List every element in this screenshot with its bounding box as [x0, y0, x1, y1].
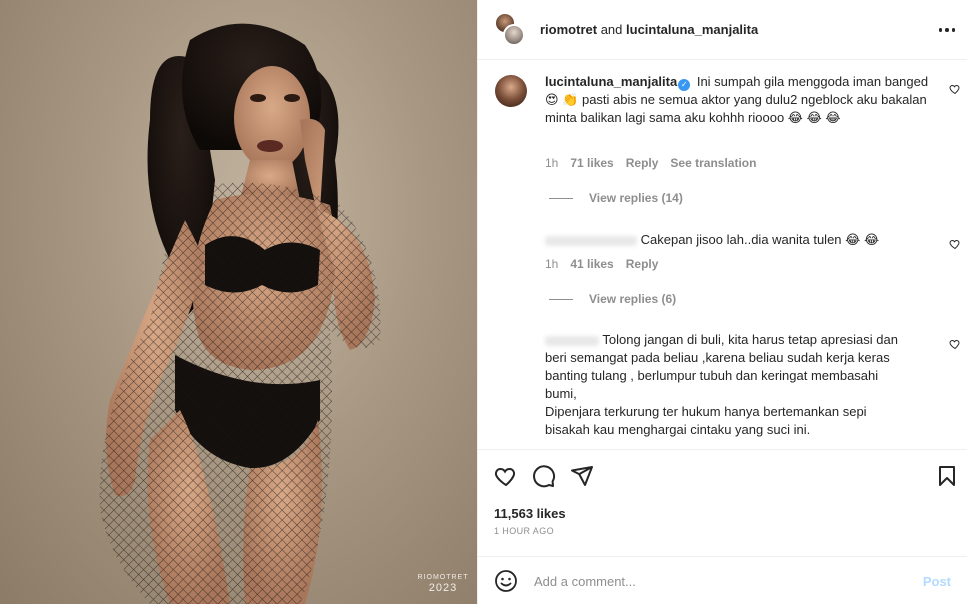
watermark-name: RIOMOTRET [417, 574, 469, 581]
photo-illustration [99, 23, 381, 604]
more-icon-dot [951, 28, 956, 32]
comment-meta: 1h 71 likes Reply See translation [545, 156, 756, 170]
collab-avatars[interactable] [494, 11, 526, 48]
comment-text-line: beri semangat pada beliau ,karena beliau… [545, 350, 890, 365]
post-dialog: RIOMOTRET 2023 riomotret and lucintaluna… [0, 0, 967, 604]
comment-text-line: bisakah kau menghargai cintaku yang suci… [545, 422, 811, 437]
avatar-lucintaluna[interactable] [503, 23, 525, 46]
authors-conjunction: and [600, 22, 623, 37]
comments-list[interactable]: lucintaluna_manjalita ✓ Ini sumpah gila m… [478, 61, 967, 449]
comment-meta: 1h 41 likes Reply [545, 257, 658, 271]
comment-text: Cakepan jisoo lah..dia wanita tulen 😂 😂 [640, 232, 880, 247]
comment-text-line: Dipenjara terkurung ter hukum hanya bert… [545, 404, 867, 419]
action-buttons [494, 464, 594, 488]
comment-like-heart-icon[interactable] [949, 338, 961, 350]
reply-button[interactable]: Reply [626, 156, 659, 170]
comment-body: lucintaluna_manjalita ✓ Ini sumpah gila m… [545, 73, 935, 127]
comment-line: Tolong jangan di buli, kita harus tetap … [545, 331, 940, 349]
replies-divider [549, 197, 573, 199]
watermark-year: 2023 [428, 582, 458, 594]
view-replies-label: View replies (14) [589, 191, 683, 205]
comment-text-line: banting tulang , berlumpur tubuh dan ker… [545, 368, 879, 383]
comment-username[interactable]: lucintaluna_manjalita [545, 74, 677, 89]
comment-likes[interactable]: 71 likes [570, 156, 613, 170]
comment-time: 1h [545, 257, 559, 271]
replies-divider [549, 298, 573, 300]
likes-count[interactable]: 11,563 likes [494, 506, 566, 521]
author-link-riomotret[interactable]: riomotret [540, 22, 597, 37]
avatar[interactable] [495, 75, 527, 107]
heart-icon[interactable] [494, 464, 518, 488]
view-replies-button[interactable]: View replies (6) [549, 292, 676, 306]
comment-text-line: bumi, [545, 386, 577, 401]
comment-input[interactable]: Add a comment... [534, 574, 923, 589]
more-icon-dot [945, 28, 949, 32]
verified-badge-icon: ✓ [678, 79, 691, 91]
post-photo[interactable]: RIOMOTRET 2023 [0, 0, 477, 604]
post-comment-button[interactable]: Post [923, 574, 951, 589]
post-actions: 11,563 likes 1 HOUR AGO Add a comment...… [478, 449, 967, 604]
photo-watermark: RIOMOTRET 2023 [416, 574, 470, 594]
comment-composer: Add a comment... Post [478, 556, 967, 604]
reply-button[interactable]: Reply [626, 257, 659, 271]
more-options-button[interactable] [937, 22, 957, 38]
comment-body: Cakepan jisoo lah..dia wanita tulen 😂 😂 [545, 231, 935, 249]
comment-like-heart-icon[interactable] [949, 83, 961, 95]
see-translation-link[interactable]: See translation [670, 156, 756, 170]
emoji-icon[interactable] [494, 569, 518, 593]
send-icon[interactable] [570, 464, 594, 488]
comment-username-blurred[interactable] [545, 335, 599, 346]
comment-username-blurred[interactable] [545, 235, 637, 246]
comment-likes[interactable]: 41 likes [570, 257, 613, 271]
more-icon [938, 28, 943, 32]
bookmark-icon[interactable] [935, 464, 959, 488]
view-replies-button[interactable]: View replies (14) [549, 191, 683, 205]
comment-text-line: Tolong jangan di buli, kita harus tetap … [602, 332, 898, 347]
comment-time: 1h [545, 156, 559, 170]
post-sidebar: riomotret and lucintaluna_manjalita luci… [477, 0, 967, 604]
post-authors: riomotret and lucintaluna_manjalita [540, 22, 758, 37]
comment-like-heart-icon[interactable] [949, 238, 961, 250]
post-header: riomotret and lucintaluna_manjalita [478, 0, 967, 60]
comment-icon[interactable] [532, 464, 556, 488]
view-replies-label: View replies (6) [589, 292, 677, 306]
author-link-lucintaluna[interactable]: lucintaluna_manjalita [626, 22, 758, 37]
post-timestamp[interactable]: 1 HOUR AGO [494, 526, 554, 536]
comment-body: Tolong jangan di buli, kita harus tetap … [545, 331, 940, 439]
